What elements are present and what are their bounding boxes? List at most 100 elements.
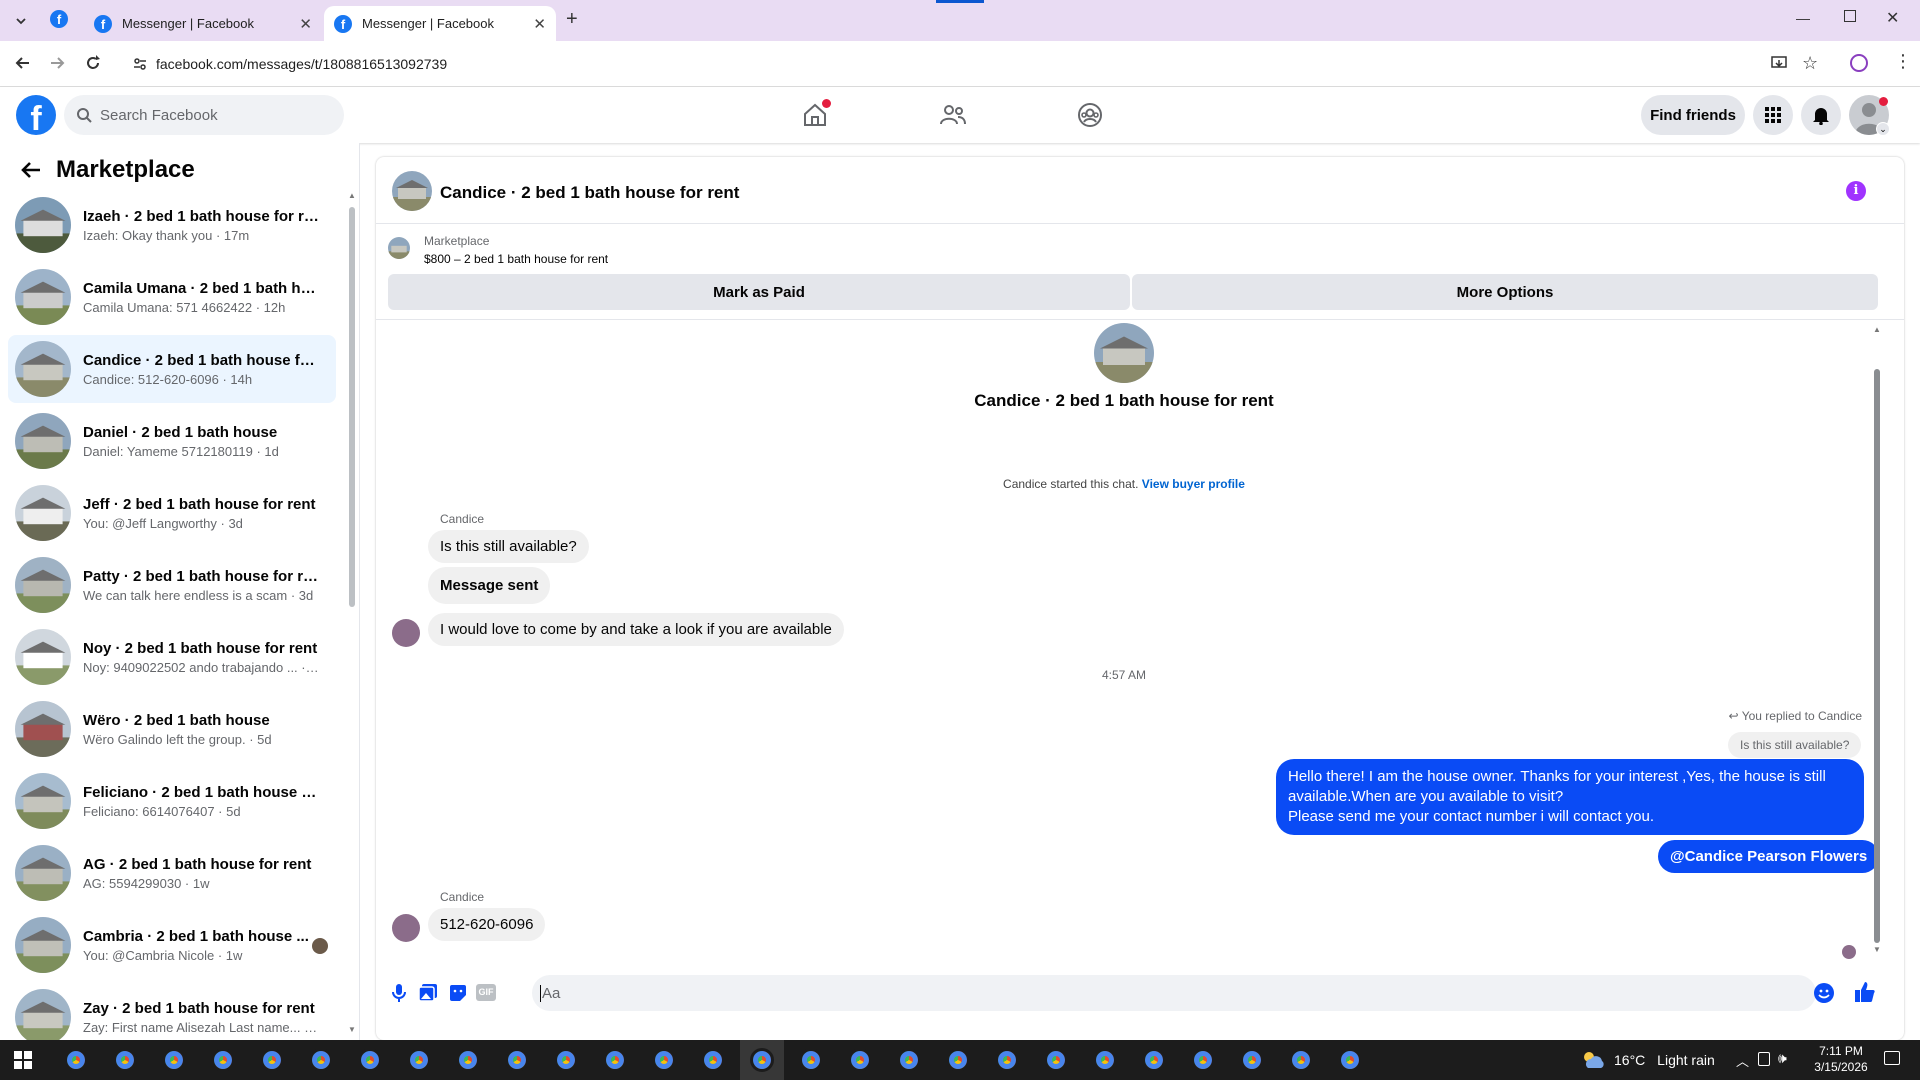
friends-nav-button[interactable]	[939, 102, 967, 128]
chat-header-title[interactable]: Candice · 2 bed 1 bath house for rent	[440, 183, 739, 203]
chat-header-avatar[interactable]	[392, 171, 432, 211]
back-to-chats-button[interactable]	[20, 160, 42, 180]
chrome-taskbar-icon[interactable]	[848, 1048, 872, 1072]
scrollbar-thumb[interactable]	[1874, 369, 1880, 943]
chrome-taskbar-icon[interactable]	[897, 1048, 921, 1072]
chrome-taskbar-icon[interactable]	[652, 1048, 676, 1072]
conversation-item[interactable]: AG · 2 bed 1 bath house for rent AG: 5594…	[8, 839, 336, 907]
emoji-button[interactable]	[1814, 983, 1834, 1003]
sender-avatar[interactable]	[392, 619, 420, 647]
gif-icon[interactable]: GIF	[476, 984, 496, 1001]
search-input[interactable]: Search Facebook	[64, 95, 344, 135]
tab-messenger-1[interactable]: f Messenger | Facebook ✕	[84, 6, 322, 41]
more-options-button[interactable]: More Options	[1132, 274, 1878, 310]
conversation-item[interactable]: Patty · 2 bed 1 bath house for rent We ca…	[8, 551, 336, 619]
tab-messenger-2-active[interactable]: f Messenger | Facebook ✕	[324, 6, 556, 41]
account-chevron-icon[interactable]: ⌄	[1876, 122, 1890, 136]
message-input[interactable]: Aa	[532, 975, 1816, 1011]
install-app-icon[interactable]	[1770, 54, 1788, 72]
weather-icon[interactable]	[1580, 1048, 1606, 1072]
groups-nav-button[interactable]	[1076, 101, 1104, 129]
scroll-up-icon[interactable]: ▲	[348, 191, 356, 200]
chrome-taskbar-icon[interactable]	[1093, 1048, 1117, 1072]
chrome-taskbar-icon[interactable]	[456, 1048, 480, 1072]
chrome-taskbar-icon[interactable]	[603, 1048, 627, 1072]
chrome-taskbar-icon[interactable]	[946, 1048, 970, 1072]
chrome-taskbar-icon[interactable]	[799, 1048, 823, 1072]
sidebar-scrollbar[interactable]: ▲ ▼	[348, 191, 356, 1037]
show-hidden-icons[interactable]: ︿	[1736, 1051, 1749, 1070]
conversation-item[interactable]: Jeff · 2 bed 1 bath house for rent You: @…	[8, 479, 336, 547]
like-button[interactable]	[1854, 981, 1876, 1003]
attach-photo-button[interactable]	[418, 983, 438, 1003]
notifications-button[interactable]	[1801, 95, 1841, 135]
my-message-bubble[interactable]: Hello there! I am the house owner. Thank…	[1276, 759, 1864, 835]
minimize-button[interactable]: —	[1796, 10, 1810, 26]
chat-scrollbar[interactable]: ▲ ▼	[1872, 325, 1882, 955]
forward-button[interactable]	[48, 54, 66, 72]
mention-bubble[interactable]: @Candice Pearson Flowers	[1658, 840, 1880, 873]
conversation-item[interactable]: Wëro · 2 bed 1 bath house Wëro Galindo le…	[8, 695, 336, 763]
new-tab-button[interactable]: +	[566, 8, 578, 31]
profile-icon[interactable]	[1850, 54, 1868, 72]
menu-button[interactable]	[1753, 95, 1793, 135]
conversation-item[interactable]: Feliciano · 2 bed 1 bath house fo... Feli…	[8, 767, 336, 835]
voice-clip-button[interactable]	[390, 983, 408, 1003]
restore-button[interactable]	[1844, 10, 1856, 22]
conversation-item[interactable]: Camila Umana · 2 bed 1 bath ho... Camila …	[8, 263, 336, 331]
sticker-button[interactable]	[448, 983, 468, 1003]
chrome-taskbar-icon[interactable]	[1044, 1048, 1068, 1072]
scrollbar-thumb[interactable]	[349, 207, 355, 607]
facebook-logo[interactable]: f	[16, 95, 56, 135]
chrome-taskbar-icon[interactable]	[1240, 1048, 1264, 1072]
bookmark-star-icon[interactable]: ☆	[1802, 53, 1818, 74]
view-buyer-profile-link[interactable]: View buyer profile	[1142, 477, 1245, 491]
chrome-taskbar-icon[interactable]	[211, 1048, 235, 1072]
home-nav-button[interactable]	[802, 99, 831, 128]
chrome-taskbar-icon[interactable]	[554, 1048, 578, 1072]
chrome-taskbar-icon[interactable]	[701, 1048, 725, 1072]
chrome-taskbar-icon[interactable]	[113, 1048, 137, 1072]
intro-avatar[interactable]	[1094, 323, 1154, 383]
chrome-taskbar-icon[interactable]	[505, 1048, 529, 1072]
info-icon[interactable]: i	[1846, 181, 1866, 201]
chrome-taskbar-icon[interactable]	[1142, 1048, 1166, 1072]
conversation-item[interactable]: Izaeh · 2 bed 1 bath house for rent Izaeh…	[8, 191, 336, 259]
sender-avatar[interactable]	[392, 914, 420, 942]
message-bubble[interactable]: Is this still available?	[428, 530, 589, 563]
scroll-up-icon[interactable]: ▲	[1873, 325, 1881, 334]
chrome-taskbar-icon[interactable]	[407, 1048, 431, 1072]
close-window-button[interactable]: ✕	[1886, 8, 1899, 28]
conversation-item[interactable]: Cambria · 2 bed 1 bath house ... You: @Ca…	[8, 911, 336, 979]
network-icon[interactable]	[1758, 1052, 1770, 1066]
message-sent-card[interactable]: Message sent	[428, 567, 551, 604]
find-friends-button[interactable]: Find friends	[1641, 95, 1745, 135]
chrome-taskbar-icon[interactable]	[995, 1048, 1019, 1072]
replied-quote[interactable]: Is this still available?	[1728, 732, 1862, 758]
chrome-taskbar-icon[interactable]	[309, 1048, 333, 1072]
mark-as-paid-button[interactable]: Mark as Paid	[388, 274, 1130, 310]
message-bubble[interactable]: 512-620-6096	[428, 908, 546, 941]
close-tab-icon[interactable]: ✕	[533, 15, 546, 33]
chrome-taskbar-icon[interactable]	[1191, 1048, 1215, 1072]
browser-menu-icon[interactable]: ⋮	[1894, 52, 1912, 70]
chrome-taskbar-icon[interactable]	[358, 1048, 382, 1072]
chrome-taskbar-icon[interactable]	[64, 1048, 88, 1072]
reload-button[interactable]	[84, 54, 102, 72]
conversation-item[interactable]: Daniel · 2 bed 1 bath house Daniel: Yamem…	[8, 407, 336, 475]
pinned-facebook-tab-icon[interactable]: f	[50, 10, 68, 28]
scroll-down-icon[interactable]: ▼	[348, 1025, 356, 1034]
windows-start-icon[interactable]	[14, 1051, 32, 1069]
chrome-taskbar-icon[interactable]	[1289, 1048, 1313, 1072]
chrome-taskbar-icon[interactable]	[162, 1048, 186, 1072]
back-button[interactable]	[14, 54, 32, 72]
chrome-taskbar-icon[interactable]	[260, 1048, 284, 1072]
message-bubble[interactable]: I would love to come by and take a look …	[428, 613, 844, 646]
conversation-item[interactable]: Zay · 2 bed 1 bath house for rent Zay: Fi…	[8, 983, 336, 1040]
scroll-down-icon[interactable]: ▼	[1873, 945, 1881, 954]
close-tab-icon[interactable]: ✕	[299, 15, 312, 33]
chrome-taskbar-icon[interactable]	[1338, 1048, 1362, 1072]
tab-search-button[interactable]	[10, 10, 32, 32]
chrome-taskbar-icon[interactable]	[750, 1048, 774, 1072]
address-bar[interactable]: facebook.com/messages/t/1808816513092739	[128, 49, 1828, 79]
